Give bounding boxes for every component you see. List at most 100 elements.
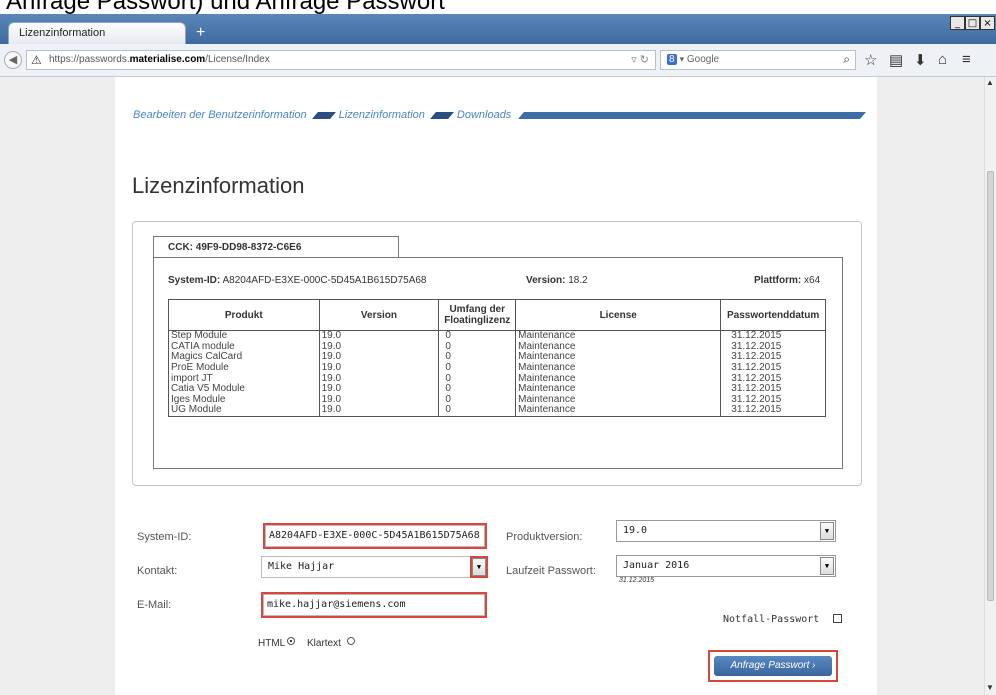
cell-enddate: 31.12.2015 bbox=[720, 405, 826, 417]
url-bar[interactable]: ⚠ https://passwords.materialise.com/Lice… bbox=[26, 50, 656, 70]
version-info: Version: 18.2 bbox=[526, 275, 588, 286]
table-row: CATIA module 19.0 0 Maintenance 31.12.2015 bbox=[168, 342, 826, 353]
cell-enddate: 31.12.2015 bbox=[720, 384, 826, 395]
search-icon[interactable]: ⌕ bbox=[843, 52, 850, 67]
notfall-label: Notfall-Passwort bbox=[723, 614, 820, 625]
minimize-button[interactable]: _ bbox=[950, 16, 965, 30]
maximize-button[interactable]: □ bbox=[965, 16, 980, 30]
col-header-product: Produkt bbox=[168, 299, 320, 331]
table-row: import JT 19.0 0 Maintenance 31.12.2015 bbox=[168, 373, 826, 384]
cell-version: 19.0 bbox=[318, 363, 440, 374]
kontakt-value: Mike Hajjar bbox=[268, 561, 335, 572]
version-info-value: 18.2 bbox=[568, 275, 588, 286]
chevron-down-icon[interactable]: ▼ bbox=[820, 522, 834, 540]
page-viewport: Bearbeiten der Benutzerinformation Lizenz… bbox=[0, 77, 984, 695]
produktversion-select[interactable]: 19.0 ▼ bbox=[616, 520, 836, 542]
close-window-button[interactable]: × bbox=[980, 16, 995, 30]
reload-icon[interactable]: ▿ ↻ bbox=[631, 53, 649, 66]
cell-floating: 0 bbox=[438, 405, 517, 417]
cck-tab[interactable]: CCK: 49F9-DD98-8372-C6E6 bbox=[153, 236, 399, 258]
platform-info-value: x64 bbox=[804, 275, 821, 286]
produktversion-label: Produktversion: bbox=[506, 531, 583, 543]
url-domain: materialise.com bbox=[129, 54, 206, 65]
cell-license: Maintenance bbox=[515, 363, 722, 374]
url-prefix: https://passwords. bbox=[49, 54, 130, 65]
col-header-floating: Umfang der Floatinglizenz bbox=[438, 299, 517, 331]
col-header-version: Version bbox=[318, 299, 440, 331]
chevron-down-icon[interactable]: ▼ bbox=[470, 556, 488, 578]
cell-enddate: 31.12.2015 bbox=[720, 363, 826, 374]
cell-license: Maintenance bbox=[515, 330, 722, 342]
scroll-down-icon[interactable]: ▼ bbox=[986, 683, 994, 692]
scroll-up-icon[interactable]: ▲ bbox=[986, 78, 994, 87]
cell-version: 19.0 bbox=[318, 330, 440, 342]
caption-text: Anfrage Passwort) und Anfrage Passwort bbox=[6, 0, 445, 14]
kontakt-label: Kontakt: bbox=[137, 565, 178, 577]
breadcrumb-item-downloads[interactable]: Downloads bbox=[457, 109, 511, 121]
table-row: ProE Module 19.0 0 Maintenance 31.12.2015 bbox=[168, 363, 826, 374]
system-id-info-value: A8204AFD-E3XE-000C-5D45A1B615D75A68 bbox=[222, 275, 427, 286]
cell-product: Step Module bbox=[168, 330, 320, 342]
cell-floating: 0 bbox=[438, 363, 517, 374]
breadcrumb-item-license[interactable]: Lizenzinformation bbox=[339, 109, 425, 121]
submit-highlight: Anfrage Passwort › bbox=[708, 650, 838, 682]
col-header-license: License bbox=[515, 299, 722, 331]
cell-enddate: 31.12.2015 bbox=[720, 330, 826, 342]
license-panel: CCK: 49F9-DD98-8372-C6E6 System-ID: A820… bbox=[132, 221, 862, 486]
vertical-scrollbar[interactable]: ▲ ▼ bbox=[984, 77, 996, 695]
tab-title: Lizenzinformation bbox=[19, 27, 106, 39]
cell-license: Maintenance bbox=[515, 384, 722, 395]
laufzeit-select[interactable]: Januar 2016 ▼ bbox=[616, 555, 836, 577]
browser-tab[interactable]: Lizenzinformation bbox=[8, 22, 186, 44]
cell-license: Maintenance bbox=[515, 405, 722, 417]
table-row: Iges Module 19.0 0 Maintenance 31.12.2015 bbox=[168, 395, 826, 406]
email-field[interactable]: mike.hajjar@siemens.com bbox=[261, 592, 487, 618]
breadcrumb-separator bbox=[311, 111, 336, 119]
cell-floating: 0 bbox=[438, 384, 517, 395]
table-row: UG Module 19.0 0 Maintenance 31.12.2015 bbox=[168, 405, 826, 417]
license-box: System-ID: A8204AFD-E3XE-000C-5D45A1B615… bbox=[153, 257, 843, 469]
kontakt-select[interactable]: Mike Hajjar ▼ bbox=[261, 556, 488, 578]
warning-icon: ⚠ bbox=[31, 53, 42, 67]
notfall-checkbox[interactable] bbox=[833, 614, 842, 623]
page-title: Lizenzinformation bbox=[132, 173, 305, 198]
system-id-label: System-ID: bbox=[137, 531, 192, 543]
cell-product: UG Module bbox=[168, 405, 320, 417]
platform-info: Plattform: x64 bbox=[754, 275, 821, 286]
produktversion-value: 19.0 bbox=[623, 525, 648, 536]
new-tab-button[interactable]: + bbox=[196, 24, 205, 42]
cell-product: ProE Module bbox=[168, 363, 320, 374]
system-id-info: System-ID: A8204AFD-E3XE-000C-5D45A1B615… bbox=[168, 275, 427, 286]
page-content: Bearbeiten der Benutzerinformation Lizenz… bbox=[115, 77, 877, 695]
breadcrumb-item-user[interactable]: Bearbeiten der Benutzerinformation bbox=[133, 109, 307, 121]
breadcrumb-separator bbox=[429, 111, 454, 119]
table-header-row: Produkt Version Umfang der Floatinglizen… bbox=[168, 299, 826, 331]
chevron-down-icon[interactable]: ▼ bbox=[820, 557, 834, 575]
html-radio[interactable] bbox=[287, 637, 295, 645]
cell-version: 19.0 bbox=[318, 384, 440, 395]
laufzeit-label: Laufzeit Passwort: bbox=[506, 565, 596, 577]
back-icon[interactable]: ◀ bbox=[4, 51, 22, 69]
search-bar[interactable]: 8 ▾ Google ⌕ bbox=[660, 50, 856, 70]
table-row: Step Module 19.0 0 Maintenance 31.12.2015 bbox=[168, 330, 826, 342]
laufzeit-value: Januar 2016 bbox=[623, 560, 690, 571]
anfrage-passwort-button[interactable]: Anfrage Passwort › bbox=[714, 656, 832, 676]
star-icon[interactable]: ☆ bbox=[864, 51, 877, 69]
breadcrumb-progress-bar bbox=[518, 112, 866, 119]
menu-icon[interactable]: ≡ bbox=[962, 51, 971, 68]
scrollbar-thumb[interactable] bbox=[987, 171, 994, 601]
reading-list-icon[interactable]: ▤ bbox=[889, 51, 903, 69]
home-icon[interactable]: ⌂ bbox=[938, 51, 947, 68]
search-placeholder: Google bbox=[686, 54, 720, 65]
system-id-field[interactable]: A8204AFD-E3XE-000C-5D45A1B615D75A68 bbox=[263, 523, 487, 549]
caption-strip: Anfrage Passwort) und Anfrage Passwort bbox=[0, 0, 996, 14]
html-label: HTML bbox=[258, 638, 286, 649]
col-header-enddate: Passwortenddatum bbox=[720, 299, 826, 331]
table-row: Magics CalCard 19.0 0 Maintenance 31.12.2015 bbox=[168, 352, 826, 363]
google-icon: 8 bbox=[667, 54, 677, 65]
url-path: /License/Index bbox=[205, 54, 270, 65]
email-label: E-Mail: bbox=[137, 599, 172, 611]
download-icon[interactable]: ⬇ bbox=[914, 51, 927, 69]
klartext-radio[interactable] bbox=[347, 637, 355, 645]
cell-product: Catia V5 Module bbox=[168, 384, 320, 395]
